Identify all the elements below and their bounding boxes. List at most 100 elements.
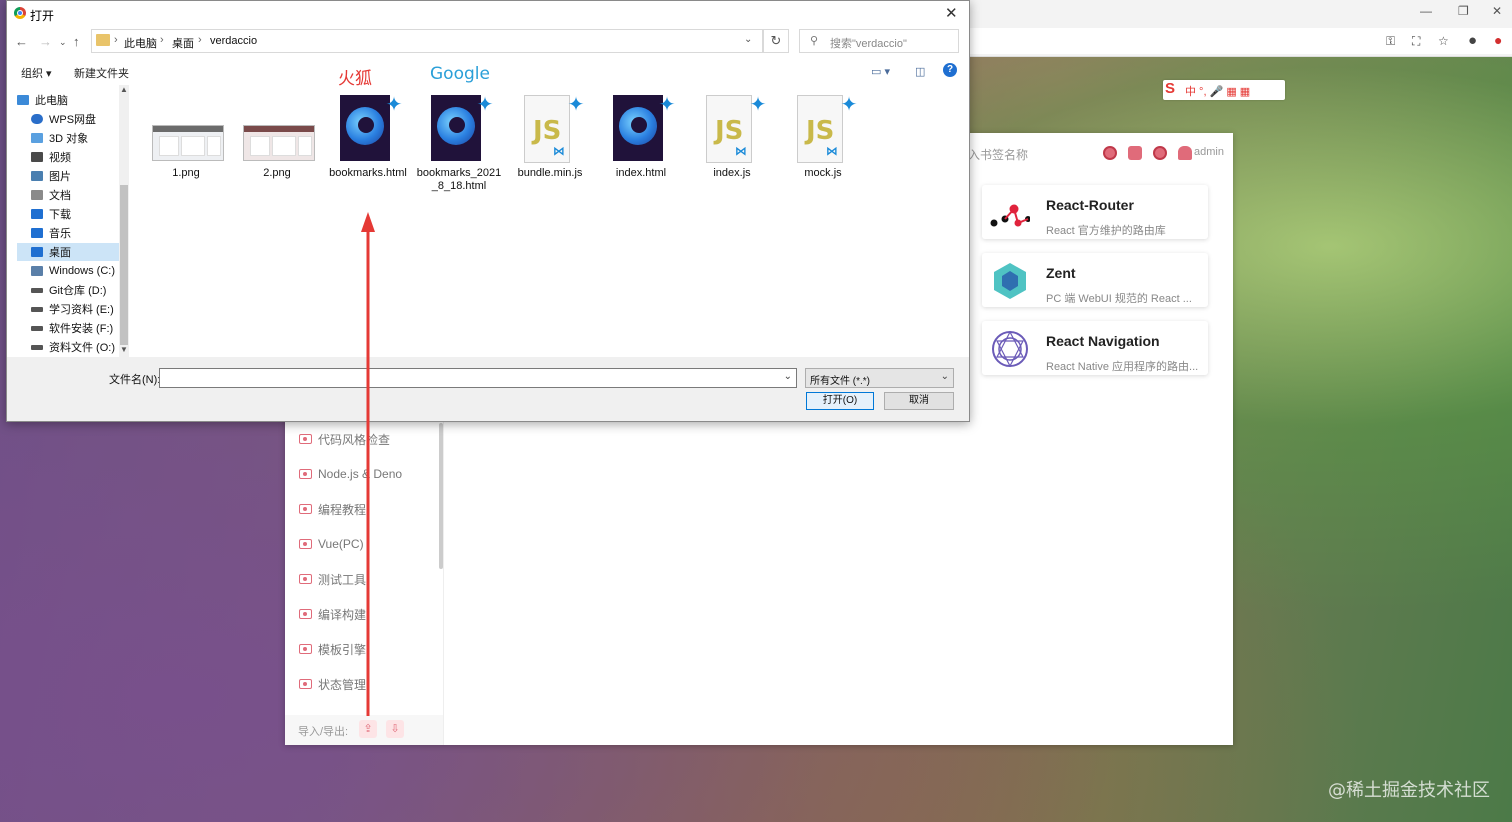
app-header: 入书签名称 admin xyxy=(968,141,1232,167)
file-item[interactable]: ✦ index.html xyxy=(596,93,686,180)
folder-icon xyxy=(299,504,312,514)
forward-icon[interactable]: → xyxy=(39,34,52,49)
bookmark-card[interactable]: React-Router React 官方维护的路由库 xyxy=(982,185,1208,239)
refresh-button[interactable]: ↻ xyxy=(763,29,789,53)
chevron-down-icon[interactable]: ⌄ xyxy=(784,371,792,382)
address-bar[interactable] xyxy=(968,28,1512,54)
import-button[interactable]: ⇪ xyxy=(359,720,377,738)
chevron-down-icon[interactable]: ⌄ xyxy=(744,34,752,45)
nav-item-desktop[interactable]: 桌面 xyxy=(17,243,123,261)
file-item[interactable]: ✦ bookmarks.html xyxy=(323,93,413,180)
recent-dropdown-icon[interactable]: ⌄ xyxy=(59,37,67,48)
scroll-up-icon[interactable]: ▲ xyxy=(119,85,129,94)
file-item[interactable]: JS ⋈ ✦ bundle.min.js xyxy=(505,93,595,180)
star-icon[interactable]: ☆ xyxy=(1438,34,1449,48)
sidebar-item[interactable]: Node.js & Deno xyxy=(299,464,402,484)
folder-icon xyxy=(299,539,312,549)
google-annotation: Google xyxy=(430,64,490,84)
breadcrumb-item[interactable]: 桌面 xyxy=(172,35,194,51)
nav-item-video[interactable]: 视频 xyxy=(31,148,123,166)
key-icon[interactable]: ⚿ xyxy=(1386,34,1395,49)
profile-icon[interactable]: ● xyxy=(1468,32,1477,49)
download-icon xyxy=(31,209,43,219)
bookmark-search-input[interactable]: 入书签名称 xyxy=(968,146,1028,163)
open-button[interactable]: 打开(O) xyxy=(806,392,874,410)
card-description: React 官方维护的路由库 xyxy=(1046,225,1166,237)
file-name: 1.png xyxy=(172,167,200,179)
cube-icon xyxy=(31,133,43,143)
card-title: React-Router xyxy=(1046,197,1134,213)
nav-item-drive-c[interactable]: Windows (C:) xyxy=(31,262,123,280)
js-file-icon: JS ⋈ ✦ xyxy=(510,93,590,163)
sidebar-scrollbar[interactable] xyxy=(439,423,443,569)
search-icon[interactable] xyxy=(1153,146,1167,160)
nav-item-drive-o[interactable]: 资料文件 (O:) xyxy=(31,338,123,356)
file-item[interactable]: JS ⋈ ✦ index.js xyxy=(687,93,777,180)
export-button[interactable]: ⇩ xyxy=(386,720,404,738)
nav-item-pictures[interactable]: 图片 xyxy=(31,167,123,185)
username[interactable]: admin xyxy=(1194,146,1224,158)
firefox-annotation: 火狐 xyxy=(338,69,372,89)
nav-item-drive-e[interactable]: 学习资料 (E:) xyxy=(31,300,123,318)
dialog-titlebar[interactable]: 打开 ✕ xyxy=(7,1,969,27)
folder-icon xyxy=(96,34,110,46)
breadcrumb-item[interactable]: verdaccio xyxy=(210,35,257,47)
bookmark-card[interactable]: Zent PC 端 WebUI 规范的 React ... xyxy=(982,253,1208,307)
folder-icon xyxy=(299,434,312,444)
filetype-select[interactable]: 所有文件 (*.*) ⌄ xyxy=(805,368,954,388)
nav-scrollbar[interactable]: ▲ ▼ xyxy=(119,85,129,357)
firefox-file-icon: ✦ xyxy=(419,93,499,163)
file-item[interactable]: ✦ bookmarks_2021_8_18.html xyxy=(414,93,504,193)
nav-item-this-pc[interactable]: 此电脑 xyxy=(17,91,123,109)
address-breadcrumb[interactable]: › 此电脑 › 桌面 › verdaccio ⌄ xyxy=(91,29,763,53)
minimize-icon[interactable]: — xyxy=(1420,4,1432,18)
folder-icon xyxy=(299,469,312,479)
video-icon xyxy=(31,152,43,162)
ime-mode-icon[interactable]: 中 °, 🎤 ▦ ▦ xyxy=(1185,83,1250,99)
file-name: 2.png xyxy=(263,167,291,179)
bookmark-card[interactable]: React Navigation React Native 应用程序的路由... xyxy=(982,321,1208,375)
desktop-icon xyxy=(31,247,43,257)
new-folder-button[interactable]: 新建文件夹 xyxy=(74,65,129,81)
nav-item-3d[interactable]: 3D 对象 xyxy=(31,129,123,147)
home-icon[interactable] xyxy=(1128,146,1142,160)
nav-item-downloads[interactable]: 下载 xyxy=(31,205,123,223)
nav-item-drive-d[interactable]: Git仓库 (D:) xyxy=(31,281,123,299)
file-item[interactable]: 2.png xyxy=(232,93,322,180)
nav-item-music[interactable]: 音乐 xyxy=(31,224,123,242)
dialog-title: 打开 xyxy=(30,9,55,23)
up-icon[interactable]: ↑ xyxy=(73,34,80,49)
back-icon[interactable]: ← xyxy=(15,34,28,49)
close-icon[interactable]: ✕ xyxy=(1492,4,1502,18)
preview-pane-icon[interactable]: ◫ xyxy=(915,65,925,78)
nav-item-documents[interactable]: 文档 xyxy=(31,186,123,204)
scrollbar-thumb[interactable] xyxy=(120,185,128,345)
dialog-footer: 文件名(N): ⌄ 所有文件 (*.*) ⌄ 打开(O) 取消 xyxy=(7,357,969,421)
scroll-down-icon[interactable]: ▼ xyxy=(119,345,129,354)
firefox-file-icon: ✦ xyxy=(601,93,681,163)
nav-item-wps[interactable]: WPS网盘 xyxy=(31,110,123,128)
ime-toolbar[interactable]: S 中 °, 🎤 ▦ ▦ xyxy=(1163,80,1285,100)
dialog-search-input[interactable]: ⚲ 搜索"verdaccio" xyxy=(799,29,959,53)
filename-input[interactable]: ⌄ xyxy=(159,368,797,388)
file-item[interactable]: 1.png xyxy=(141,93,231,180)
user-icon[interactable] xyxy=(1178,146,1192,160)
view-options-icon[interactable]: ▭ ▾ xyxy=(871,65,890,78)
add-icon[interactable] xyxy=(1103,146,1117,160)
breadcrumb-item[interactable]: 此电脑 xyxy=(124,35,157,51)
dialog-close-button[interactable]: ✕ xyxy=(945,4,958,22)
translate-icon[interactable]: ⛶ xyxy=(1412,34,1420,49)
filename-label: 文件名(N): xyxy=(109,374,161,386)
help-icon[interactable]: ? xyxy=(943,63,957,77)
file-item[interactable]: JS ⋈ ✦ mock.js xyxy=(778,93,868,180)
restore-icon[interactable]: ❐ xyxy=(1458,4,1469,18)
react-navigation-logo-icon xyxy=(992,330,1028,368)
cancel-button[interactable]: 取消 xyxy=(884,392,954,410)
extension-icon[interactable]: ● xyxy=(1494,32,1502,48)
nav-item-drive-f[interactable]: 软件安装 (F:) xyxy=(31,319,123,337)
computer-icon xyxy=(17,95,29,105)
organize-button[interactable]: 组织 ▾ xyxy=(21,65,52,81)
drive-icon xyxy=(31,266,43,276)
sidebar-item[interactable]: Vue(PC) xyxy=(299,534,364,554)
file-name: index.html xyxy=(615,167,667,179)
